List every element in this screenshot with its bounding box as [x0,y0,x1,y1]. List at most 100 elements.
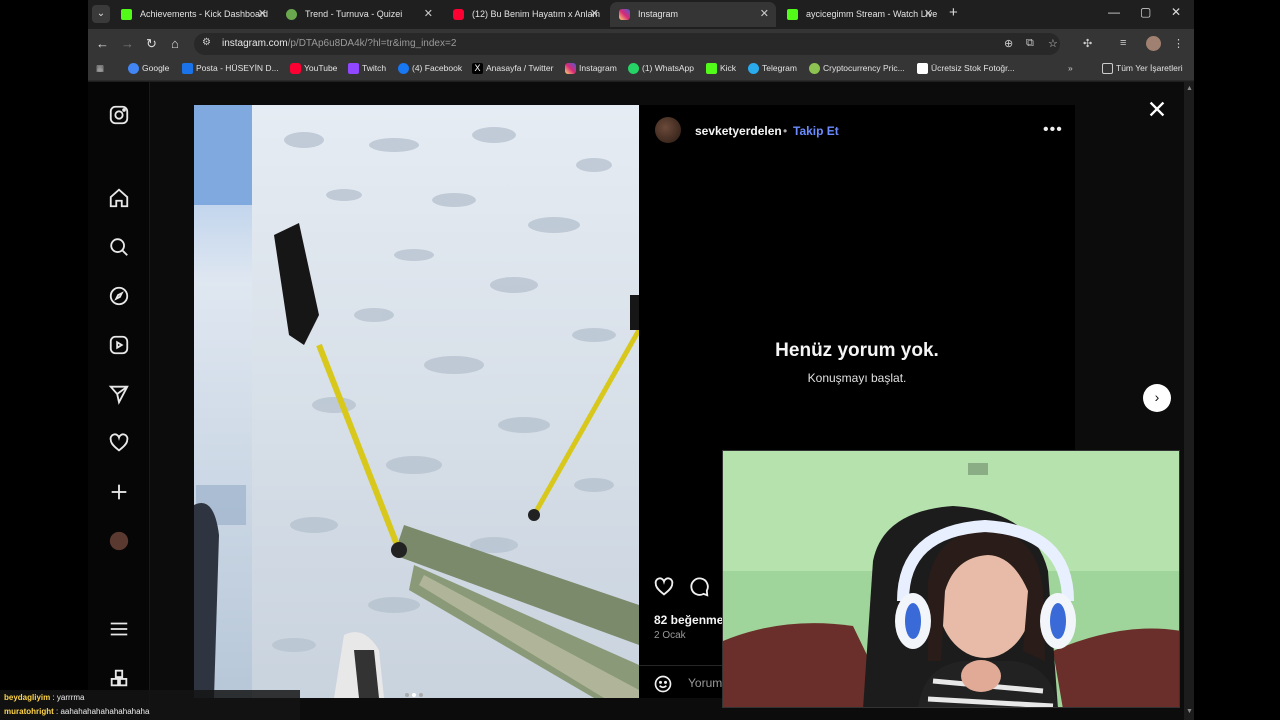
reels-nav-icon[interactable] [108,334,130,356]
bookmark-label: Telegram [762,63,797,73]
tab-title: Instagram [638,9,679,19]
chat-message: beydagliyim : yarrrma [4,693,84,702]
scroll-down-icon[interactable]: ▼ [1186,708,1193,715]
bookmark-label: Cryptocurrency Pric... [823,63,905,73]
tab-instagram[interactable]: Instagram ✕ [610,2,776,27]
close-tab-icon[interactable]: ✕ [590,2,599,27]
tab-youtube[interactable]: (12) Bu Benim Hayatım x Anlam ✕ [444,2,606,27]
close-tab-icon[interactable]: ✕ [258,2,267,27]
bookmark-crypto[interactable]: Cryptocurrency Pric... [809,63,905,74]
follow-button[interactable]: Takip Et [793,124,839,138]
carousel-dot-active [412,693,416,697]
close-window-icon[interactable]: ✕ [1171,5,1181,19]
browser-toolbar: ← → ↻ ⌂ ⚙ instagram.com/p/DTAp6u8DA4k/?h… [88,29,1194,59]
zoom-icon[interactable]: ⊕ [1004,37,1013,50]
back-icon[interactable]: ← [96,36,109,51]
bookmark-label: (4) Facebook [412,63,463,73]
instagram-sidebar [88,82,150,720]
new-tab-button[interactable]: + [949,4,958,21]
home-icon[interactable]: ⌂ [171,36,179,51]
create-nav-icon[interactable] [108,481,130,503]
bookmark-kick[interactable]: Kick [706,63,737,74]
bookmark-instagram[interactable]: Instagram [565,63,617,74]
tab-kick-stream[interactable]: aycicegimm Stream - Watch Live ✕ [778,2,940,27]
bookmark-telegram[interactable]: Telegram [748,63,797,74]
forward-icon[interactable]: → [121,36,134,51]
bookmark-whatsapp[interactable]: (1) WhatsApp [628,63,694,74]
coin-icon [809,63,820,74]
instagram-logo-icon[interactable] [108,104,130,126]
facebook-icon [398,63,409,74]
folder-icon [1102,63,1113,74]
close-tab-icon[interactable]: ✕ [760,2,769,27]
comment-icon[interactable] [688,576,710,598]
more-apps-nav-icon[interactable] [108,667,130,689]
chat-text: : aahahahahahahahahaha [53,707,150,716]
bookmark-label: (1) WhatsApp [642,63,694,73]
bookmark-label: Anasayfa / Twitter [486,63,554,73]
youtube-icon [453,9,464,20]
home-nav-icon[interactable] [108,187,130,209]
bookmark-posta[interactable]: Posta - HÜSEYİN D... [182,63,279,74]
bookmark-label: Kick [720,63,737,73]
close-tab-icon[interactable]: ✕ [924,2,933,27]
minimize-icon[interactable]: — [1108,5,1120,19]
menu-nav-icon[interactable] [108,618,130,640]
tab-title: Achievements - Kick Dashboard [140,9,269,19]
likes-count[interactable]: 82 beğenme [654,613,723,627]
more-options-icon[interactable]: ••• [1043,121,1063,139]
bookmark-google[interactable]: Google [128,63,169,74]
apps-icon[interactable]: ▦ [96,63,104,74]
bookmark-facebook[interactable]: (4) Facebook [398,63,463,74]
install-app-icon[interactable]: ⧉ [1026,37,1034,50]
post-photo[interactable] [194,105,639,698]
media-control-icon[interactable]: ≡ [1120,37,1126,49]
kick-icon [121,9,132,20]
telegram-icon [748,63,759,74]
messages-nav-icon[interactable] [108,383,130,405]
tab-search-button[interactable]: ⌄ [92,5,110,23]
author-username[interactable]: sevketyerdelen [695,124,782,138]
author-avatar[interactable] [655,117,681,143]
bookmark-twitter[interactable]: X Anasayfa / Twitter [472,63,554,74]
like-icon[interactable] [653,576,675,598]
bookmark-youtube[interactable]: YouTube [290,63,338,74]
notifications-nav-icon[interactable] [108,432,130,454]
screen: ⌄ Achievements - Kick Dashboard ✕ Trend … [0,0,1280,720]
extensions-icon[interactable]: ✣ [1083,37,1092,50]
post-date[interactable]: 2 Ocak [654,630,686,641]
chat-message: muratohright : aahahahahahahahahaha [4,707,149,716]
reload-icon[interactable]: ↻ [146,36,157,52]
address-bar[interactable]: ⚙ instagram.com/p/DTAp6u8DA4k/?hl=tr&img… [194,33,1060,55]
no-comments-subtitle: Konuşmayı başlat. [807,371,907,385]
address-url: instagram.com/p/DTAp6u8DA4k/?hl=tr&img_i… [222,38,456,49]
x-icon: X [472,63,483,74]
tab-quizei[interactable]: Trend - Turnuva - Quizei ✕ [277,2,440,27]
site-info-icon[interactable]: ⚙ [202,37,216,51]
profile-avatar[interactable] [1146,36,1161,51]
profile-nav-avatar[interactable] [108,530,130,552]
bookmark-label: YouTube [304,63,338,73]
next-post-icon[interactable]: › [1143,384,1171,412]
bookmarks-overflow-icon[interactable]: » [1068,63,1073,73]
emoji-icon[interactable] [653,674,673,694]
scroll-up-icon[interactable]: ▲ [1186,85,1193,92]
search-nav-icon[interactable] [108,236,130,258]
webcam-overlay [722,450,1180,708]
maximize-icon[interactable]: ▢ [1140,5,1151,19]
close-post-icon[interactable] [1146,98,1168,120]
bookmark-star-icon[interactable]: ☆ [1048,37,1058,50]
bookmark-twitch[interactable]: Twitch [348,63,386,74]
explore-nav-icon[interactable] [108,285,130,307]
google-icon [128,63,139,74]
page-scrollbar[interactable]: ▲ ▼ [1184,82,1194,720]
instagram-icon [565,63,576,74]
tab-kick-dashboard[interactable]: Achievements - Kick Dashboard ✕ [112,2,274,27]
twitch-icon [348,63,359,74]
bookmark-stock-photos[interactable]: Ücretsiz Stok Fotoğr... [917,63,1015,74]
whatsapp-icon [628,63,639,74]
all-bookmarks[interactable]: Tüm Yer İşaretleri [1102,63,1183,74]
menu-icon[interactable]: ⋮ [1173,37,1184,50]
address-path: /p/DTAp6u8DA4k/?hl=tr&img_index=2 [287,38,457,49]
close-tab-icon[interactable]: ✕ [424,2,433,27]
